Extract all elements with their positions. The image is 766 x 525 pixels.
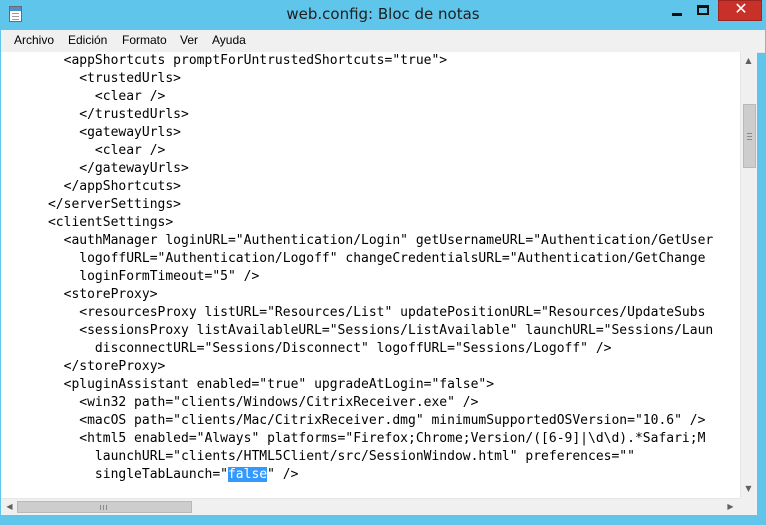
line-text: </gatewayUrls> <box>1 161 189 176</box>
text-editor[interactable]: <appShortcuts promptForUntrustedShortcut… <box>1 52 740 498</box>
text-line: singleTabLaunch="false" /> <box>1 466 713 484</box>
line-text-suffix: " /> <box>267 467 299 482</box>
line-text: </trustedUrls> <box>1 107 189 122</box>
vertical-scrollbar[interactable]: ▲ ▼ <box>740 52 757 498</box>
editor-text: <appShortcuts promptForUntrustedShortcut… <box>1 52 713 484</box>
text-line: <authManager loginURL="Authentication/Lo… <box>1 232 714 250</box>
line-text: </serverSettings> <box>1 197 182 212</box>
line-text: <win32 path="clients/Windows/CitrixRecei… <box>1 395 479 410</box>
horizontal-scrollbar[interactable]: ◀ ▶ <box>1 498 740 515</box>
line-text: <clientSettings> <box>1 215 174 230</box>
line-text: <storeProxy> <box>1 287 158 302</box>
text-line: loginFormTimeout="5" /> <box>1 268 713 286</box>
text-line: <pluginAssistant enabled="true" upgradeA… <box>1 376 713 394</box>
line-text: <macOS path="clients/Mac/CitrixReceiver.… <box>1 413 706 428</box>
line-text: <authManager loginURL="Authentication/Lo… <box>1 233 714 248</box>
text-line: launchURL="clients/HTML5Client/src/Sessi… <box>1 448 713 466</box>
menu-archivo[interactable]: Archivo <box>14 33 54 47</box>
horizontal-scroll-thumb[interactable] <box>17 501 192 513</box>
scroll-down-icon[interactable]: ▼ <box>741 481 756 496</box>
line-text: <clear /> <box>1 89 166 104</box>
scrollbar-corner <box>740 498 757 515</box>
menu-ver[interactable]: Ver <box>180 33 198 47</box>
text-line: </appShortcuts> <box>1 178 713 196</box>
text-line: <clientSettings> <box>1 214 713 232</box>
maximize-button[interactable] <box>690 0 716 21</box>
line-text: <resourcesProxy listURL="Resources/List"… <box>1 305 706 320</box>
title-bar[interactable]: web.config: Bloc de notas ✕ <box>0 0 766 30</box>
minimize-icon <box>672 13 682 16</box>
close-icon: ✕ <box>734 0 748 18</box>
line-text: logoffURL="Authentication/Logoff" change… <box>1 251 706 266</box>
line-text: <pluginAssistant enabled="true" upgradeA… <box>1 377 495 392</box>
minimize-button[interactable] <box>664 0 690 21</box>
line-text: <sessionsProxy listAvailableURL="Session… <box>1 323 714 338</box>
scroll-up-icon[interactable]: ▲ <box>741 53 756 68</box>
scroll-right-icon[interactable]: ▶ <box>723 499 738 514</box>
line-text: <appShortcuts promptForUntrustedShortcut… <box>1 53 448 68</box>
line-text: singleTabLaunch=" <box>1 467 228 482</box>
window-title: web.config: Bloc de notas <box>286 5 480 23</box>
menu-bar: Archivo Edición Formato Ver Ayuda <box>1 30 765 53</box>
text-line: </storeProxy> <box>1 358 713 376</box>
text-line: logoffURL="Authentication/Logoff" change… <box>1 250 713 268</box>
line-text: <clear /> <box>1 143 166 158</box>
text-line: <html5 enabled="Always" platforms="Firef… <box>1 430 713 448</box>
line-text: <html5 enabled="Always" platforms="Firef… <box>1 431 706 446</box>
window-bottom-border <box>0 515 766 525</box>
text-line: </trustedUrls> <box>1 106 713 124</box>
text-line: <storeProxy> <box>1 286 713 304</box>
menu-formato[interactable]: Formato <box>122 33 167 47</box>
line-text: launchURL="clients/HTML5Client/src/Sessi… <box>1 449 635 464</box>
text-line: </serverSettings> <box>1 196 713 214</box>
close-button[interactable]: ✕ <box>718 0 762 21</box>
text-line: <macOS path="clients/Mac/CitrixReceiver.… <box>1 412 713 430</box>
line-text: <trustedUrls> <box>1 71 182 86</box>
text-line: <resourcesProxy listURL="Resources/List"… <box>1 304 713 322</box>
text-line: <clear /> <box>1 142 713 160</box>
line-text: <gatewayUrls> <box>1 125 182 140</box>
line-text: disconnectURL="Sessions/Disconnect" logo… <box>1 341 612 356</box>
selected-text: false <box>227 467 268 482</box>
text-line: <gatewayUrls> <box>1 124 713 142</box>
line-text: </storeProxy> <box>1 359 166 374</box>
text-line: <trustedUrls> <box>1 70 713 88</box>
notepad-window: web.config: Bloc de notas ✕ Archivo Edic… <box>0 0 766 525</box>
menu-ayuda[interactable]: Ayuda <box>212 33 246 47</box>
text-line: </gatewayUrls> <box>1 160 713 178</box>
text-line: <appShortcuts promptForUntrustedShortcut… <box>1 52 713 70</box>
text-line: <clear /> <box>1 88 713 106</box>
maximize-icon <box>697 5 709 15</box>
text-line: <win32 path="clients/Windows/CitrixRecei… <box>1 394 713 412</box>
menu-edicion[interactable]: Edición <box>68 33 107 47</box>
vertical-scroll-thumb[interactable] <box>743 104 756 168</box>
scroll-left-icon[interactable]: ◀ <box>2 499 17 514</box>
line-text: loginFormTimeout="5" /> <box>1 269 260 284</box>
line-text: </appShortcuts> <box>1 179 182 194</box>
text-line: <sessionsProxy listAvailableURL="Session… <box>1 322 713 340</box>
text-line: disconnectURL="Sessions/Disconnect" logo… <box>1 340 713 358</box>
